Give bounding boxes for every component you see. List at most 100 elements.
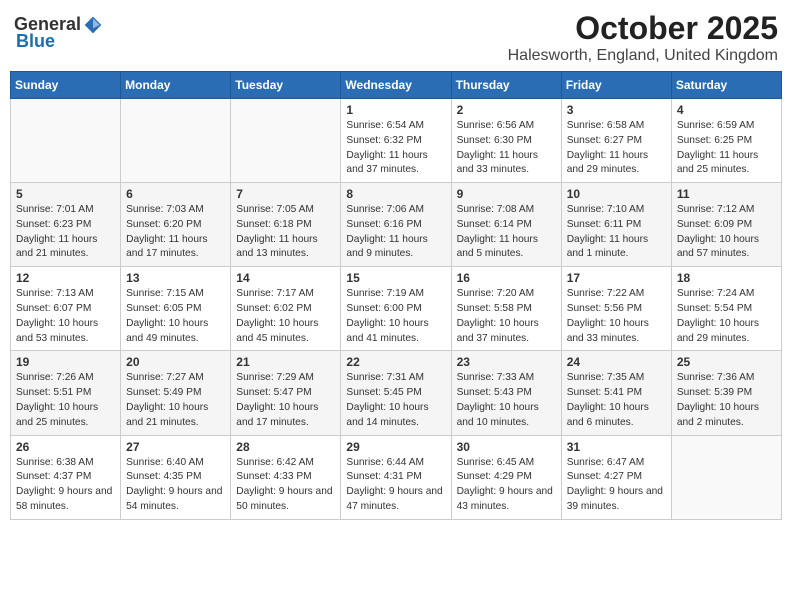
day-number: 7 xyxy=(236,187,335,201)
day-number: 5 xyxy=(16,187,115,201)
cell-daylight-info: Sunrise: 7:33 AM Sunset: 5:43 PM Dayligh… xyxy=(457,371,556,430)
day-number: 3 xyxy=(567,103,666,117)
day-number: 23 xyxy=(457,355,556,369)
day-number: 29 xyxy=(346,440,445,454)
cell-daylight-info: Sunrise: 7:35 AM Sunset: 5:41 PM Dayligh… xyxy=(567,371,666,430)
cell-daylight-info: Sunrise: 7:03 AM Sunset: 6:20 PM Dayligh… xyxy=(126,203,225,262)
day-number: 18 xyxy=(677,271,776,285)
day-number: 22 xyxy=(346,355,445,369)
cell-daylight-info: Sunrise: 6:59 AM Sunset: 6:25 PM Dayligh… xyxy=(677,119,776,178)
calendar-cell: 25 Sunrise: 7:36 AM Sunset: 5:39 PM Dayli… xyxy=(671,351,781,435)
day-number: 15 xyxy=(346,271,445,285)
calendar-week-row: 19Sunrise: 7:26 AM Sunset: 5:51 PM Dayli… xyxy=(11,351,782,435)
calendar-cell: 7 Sunrise: 7:05 AM Sunset: 6:18 PM Daylig… xyxy=(231,183,341,267)
page-header: General Blue October 2025 Halesworth, En… xyxy=(10,10,782,65)
cell-daylight-info: Sunrise: 6:42 AM Sunset: 4:33 PM Dayligh… xyxy=(236,456,335,515)
calendar-cell: 12 Sunrise: 7:13 AM Sunset: 6:07 PM Dayli… xyxy=(11,267,121,351)
day-number: 25 xyxy=(677,355,776,369)
logo-icon xyxy=(83,15,103,35)
weekday-header-sunday: Sunday xyxy=(11,72,121,99)
day-number: 2 xyxy=(457,103,556,117)
day-number: 1 xyxy=(346,103,445,117)
calendar-cell: 2 Sunrise: 6:56 AM Sunset: 6:30 PM Daylig… xyxy=(451,99,561,183)
calendar-week-row: 12 Sunrise: 7:13 AM Sunset: 6:07 PM Dayli… xyxy=(11,267,782,351)
cell-daylight-info: Sunrise: 6:56 AM Sunset: 6:30 PM Dayligh… xyxy=(457,119,556,178)
calendar-cell: 31Sunrise: 6:47 AM Sunset: 4:27 PM Dayli… xyxy=(561,435,671,519)
cell-daylight-info: Sunrise: 6:40 AM Sunset: 4:35 PM Dayligh… xyxy=(126,456,225,515)
cell-daylight-info: Sunrise: 6:45 AM Sunset: 4:29 PM Dayligh… xyxy=(457,456,556,515)
day-number: 8 xyxy=(346,187,445,201)
calendar-cell: 3 Sunrise: 6:58 AM Sunset: 6:27 PM Daylig… xyxy=(561,99,671,183)
day-number: 20 xyxy=(126,355,225,369)
day-number: 16 xyxy=(457,271,556,285)
calendar-cell: 22 Sunrise: 7:31 AM Sunset: 5:45 PM Dayli… xyxy=(341,351,451,435)
cell-daylight-info: Sunrise: 7:12 AM Sunset: 6:09 PM Dayligh… xyxy=(677,203,776,262)
calendar-cell: 26 Sunrise: 6:38 AM Sunset: 4:37 PM Dayli… xyxy=(11,435,121,519)
day-number: 10 xyxy=(567,187,666,201)
cell-daylight-info: Sunrise: 7:13 AM Sunset: 6:07 PM Dayligh… xyxy=(16,287,115,346)
calendar-cell xyxy=(121,99,231,183)
cell-daylight-info: Sunrise: 6:54 AM Sunset: 6:32 PM Dayligh… xyxy=(346,119,445,178)
day-number: 4 xyxy=(677,103,776,117)
calendar-cell: 6 Sunrise: 7:03 AM Sunset: 6:20 PM Daylig… xyxy=(121,183,231,267)
calendar-cell: 28Sunrise: 6:42 AM Sunset: 4:33 PM Dayli… xyxy=(231,435,341,519)
calendar-cell: 1 Sunrise: 6:54 AM Sunset: 6:32 PM Daylig… xyxy=(341,99,451,183)
calendar-cell: 16 Sunrise: 7:20 AM Sunset: 5:58 PM Dayli… xyxy=(451,267,561,351)
cell-daylight-info: Sunrise: 6:58 AM Sunset: 6:27 PM Dayligh… xyxy=(567,119,666,178)
cell-daylight-info: Sunrise: 7:01 AM Sunset: 6:23 PM Dayligh… xyxy=(16,203,115,262)
calendar-cell: 17 Sunrise: 7:22 AM Sunset: 5:56 PM Dayli… xyxy=(561,267,671,351)
calendar-cell: 20 Sunrise: 7:27 AM Sunset: 5:49 PM Dayli… xyxy=(121,351,231,435)
calendar-cell: 19Sunrise: 7:26 AM Sunset: 5:51 PM Dayli… xyxy=(11,351,121,435)
calendar-week-row: 1 Sunrise: 6:54 AM Sunset: 6:32 PM Daylig… xyxy=(11,99,782,183)
cell-daylight-info: Sunrise: 7:10 AM Sunset: 6:11 PM Dayligh… xyxy=(567,203,666,262)
day-number: 14 xyxy=(236,271,335,285)
calendar-cell xyxy=(231,99,341,183)
page-subtitle: Halesworth, England, United Kingdom xyxy=(508,47,778,65)
weekday-header-monday: Monday xyxy=(121,72,231,99)
cell-daylight-info: Sunrise: 7:20 AM Sunset: 5:58 PM Dayligh… xyxy=(457,287,556,346)
calendar-cell: 30 Sunrise: 6:45 AM Sunset: 4:29 PM Dayli… xyxy=(451,435,561,519)
cell-daylight-info: Sunrise: 7:36 AM Sunset: 5:39 PM Dayligh… xyxy=(677,371,776,430)
calendar-cell: 27 Sunrise: 6:40 AM Sunset: 4:35 PM Dayli… xyxy=(121,435,231,519)
day-number: 9 xyxy=(457,187,556,201)
day-number: 6 xyxy=(126,187,225,201)
weekday-header-thursday: Thursday xyxy=(451,72,561,99)
cell-daylight-info: Sunrise: 7:27 AM Sunset: 5:49 PM Dayligh… xyxy=(126,371,225,430)
cell-daylight-info: Sunrise: 7:24 AM Sunset: 5:54 PM Dayligh… xyxy=(677,287,776,346)
day-number: 12 xyxy=(16,271,115,285)
calendar-cell: 18 Sunrise: 7:24 AM Sunset: 5:54 PM Dayli… xyxy=(671,267,781,351)
cell-daylight-info: Sunrise: 7:22 AM Sunset: 5:56 PM Dayligh… xyxy=(567,287,666,346)
calendar-cell: 4 Sunrise: 6:59 AM Sunset: 6:25 PM Daylig… xyxy=(671,99,781,183)
calendar-cell: 11Sunrise: 7:12 AM Sunset: 6:09 PM Dayli… xyxy=(671,183,781,267)
calendar-cell: 9 Sunrise: 7:08 AM Sunset: 6:14 PM Daylig… xyxy=(451,183,561,267)
calendar-cell: 5 Sunrise: 7:01 AM Sunset: 6:23 PM Daylig… xyxy=(11,183,121,267)
title-block: October 2025 Halesworth, England, United… xyxy=(508,10,778,65)
cell-daylight-info: Sunrise: 6:38 AM Sunset: 4:37 PM Dayligh… xyxy=(16,456,115,515)
day-number: 24 xyxy=(567,355,666,369)
day-number: 19 xyxy=(16,355,115,369)
calendar-cell: 10 Sunrise: 7:10 AM Sunset: 6:11 PM Dayli… xyxy=(561,183,671,267)
day-number: 13 xyxy=(126,271,225,285)
calendar-cell: 23 Sunrise: 7:33 AM Sunset: 5:43 PM Dayli… xyxy=(451,351,561,435)
logo: General Blue xyxy=(14,14,105,52)
calendar-cell xyxy=(671,435,781,519)
calendar-week-row: 5 Sunrise: 7:01 AM Sunset: 6:23 PM Daylig… xyxy=(11,183,782,267)
day-number: 30 xyxy=(457,440,556,454)
calendar-cell: 21Sunrise: 7:29 AM Sunset: 5:47 PM Dayli… xyxy=(231,351,341,435)
page-title: October 2025 xyxy=(508,10,778,47)
calendar-cell: 29Sunrise: 6:44 AM Sunset: 4:31 PM Dayli… xyxy=(341,435,451,519)
calendar-cell: 13Sunrise: 7:15 AM Sunset: 6:05 PM Dayli… xyxy=(121,267,231,351)
cell-daylight-info: Sunrise: 7:05 AM Sunset: 6:18 PM Dayligh… xyxy=(236,203,335,262)
cell-daylight-info: Sunrise: 7:17 AM Sunset: 6:02 PM Dayligh… xyxy=(236,287,335,346)
calendar-cell: 15Sunrise: 7:19 AM Sunset: 6:00 PM Dayli… xyxy=(341,267,451,351)
day-number: 27 xyxy=(126,440,225,454)
cell-daylight-info: Sunrise: 6:47 AM Sunset: 4:27 PM Dayligh… xyxy=(567,456,666,515)
weekday-header-saturday: Saturday xyxy=(671,72,781,99)
calendar-week-row: 26 Sunrise: 6:38 AM Sunset: 4:37 PM Dayli… xyxy=(11,435,782,519)
weekday-header-friday: Friday xyxy=(561,72,671,99)
cell-daylight-info: Sunrise: 7:31 AM Sunset: 5:45 PM Dayligh… xyxy=(346,371,445,430)
cell-daylight-info: Sunrise: 7:08 AM Sunset: 6:14 PM Dayligh… xyxy=(457,203,556,262)
calendar-cell xyxy=(11,99,121,183)
day-number: 17 xyxy=(567,271,666,285)
day-number: 26 xyxy=(16,440,115,454)
